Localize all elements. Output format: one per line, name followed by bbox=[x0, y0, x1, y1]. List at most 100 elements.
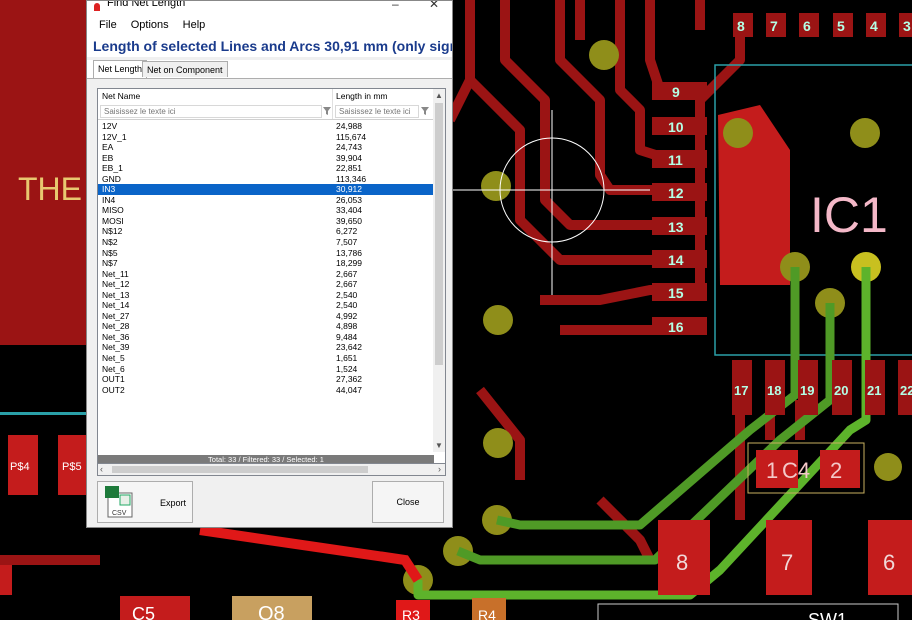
table-row[interactable]: Net_36 9,484 bbox=[98, 332, 434, 343]
net-list-grid[interactable]: Net Name Length in mm 12V 24,988 12V_1 115,… bbox=[97, 88, 446, 464]
net-name-cell: Net_39 bbox=[102, 342, 130, 353]
ic1-label: IC1 bbox=[810, 187, 888, 243]
net-name-cell: 12V bbox=[102, 121, 118, 131]
net-name-filter-input[interactable] bbox=[100, 105, 322, 118]
scroll-right-icon[interactable]: › bbox=[438, 464, 441, 474]
vertical-scrollbar[interactable]: ▲ ▼ bbox=[433, 89, 445, 452]
grid-header: Net Name Length in mm bbox=[98, 89, 434, 119]
table-row[interactable]: Net_5 1,651 bbox=[98, 353, 434, 364]
filter-row bbox=[98, 104, 434, 120]
net-name-cell: MOSI bbox=[102, 215, 124, 226]
table-row[interactable]: Net_27 4,992 bbox=[98, 311, 434, 322]
left-pin-label: 13 bbox=[668, 219, 684, 235]
left-pin-label: 9 bbox=[672, 84, 680, 100]
bottom-pin-label: 22 bbox=[900, 383, 912, 398]
table-row[interactable]: IN3 30,912 bbox=[98, 184, 434, 195]
minimize-icon[interactable]: – bbox=[392, 1, 399, 11]
length-cell: 115,674 bbox=[336, 131, 367, 142]
tab-net-on-component[interactable]: Net on Component bbox=[142, 61, 228, 77]
table-row[interactable]: Net_39 23,642 bbox=[98, 342, 434, 353]
grid-rows: 12V 24,988 12V_1 115,674 EA 24,743 EB 39,904 EB_… bbox=[98, 121, 434, 395]
length-cell: 39,650 bbox=[336, 215, 362, 226]
top-pin-label: 7 bbox=[770, 18, 778, 34]
vertical-scroll-thumb[interactable] bbox=[435, 103, 443, 365]
length-cell: 23,642 bbox=[336, 342, 362, 353]
tab-strip: Net Length Net on Component bbox=[87, 60, 452, 79]
p5-label: P$5 bbox=[62, 461, 82, 473]
length-cell: 2,540 bbox=[336, 289, 358, 300]
horizontal-scrollbar[interactable]: ‹ › bbox=[97, 464, 446, 476]
net-name-cell: Net_12 bbox=[102, 279, 130, 290]
net-name-cell: Net_28 bbox=[102, 321, 130, 332]
menu-options[interactable]: Options bbox=[131, 19, 169, 31]
net-name-cell: IN3 bbox=[102, 184, 116, 195]
r3-label: R3 bbox=[402, 607, 420, 620]
bottom-pin-label: 17 bbox=[734, 383, 748, 398]
net-name-cell: EB bbox=[102, 152, 114, 163]
table-row[interactable]: MOSI 39,650 bbox=[98, 216, 434, 227]
table-row[interactable]: EB_1 22,851 bbox=[98, 163, 434, 174]
table-row[interactable]: Net_14 2,540 bbox=[98, 300, 434, 311]
length-cell: 4,898 bbox=[336, 321, 358, 332]
net-name-cell: Net_5 bbox=[102, 353, 125, 364]
net-name-cell: IN4 bbox=[102, 194, 116, 205]
horizontal-scroll-thumb[interactable] bbox=[112, 466, 368, 473]
table-row[interactable]: OUT2 44,047 bbox=[98, 385, 434, 396]
menu-file[interactable]: File bbox=[99, 19, 117, 31]
close-icon[interactable]: ✕ bbox=[429, 1, 439, 11]
length-cell: 7,507 bbox=[336, 237, 358, 248]
table-row[interactable]: EB 39,904 bbox=[98, 153, 434, 164]
csv-label: CSV bbox=[112, 510, 127, 517]
top-pin-label: 8 bbox=[737, 18, 745, 34]
table-row[interactable]: OUT1 27,362 bbox=[98, 374, 434, 385]
table-row[interactable]: GND 113,346 bbox=[98, 174, 434, 185]
table-row[interactable]: Net_11 2,667 bbox=[98, 269, 434, 280]
tab-net-length[interactable]: Net Length bbox=[93, 60, 148, 78]
net-name-cell: 12V_1 bbox=[102, 131, 127, 142]
grid-status-footer: Total: 33 / Filtered: 33 / Selected: 1 bbox=[98, 455, 434, 463]
net-name-cell: MISO bbox=[102, 205, 124, 216]
export-label: Export bbox=[160, 498, 187, 508]
length-cell: 1,524 bbox=[336, 363, 358, 374]
filter-icon[interactable] bbox=[420, 106, 430, 116]
table-row[interactable]: EA 24,743 bbox=[98, 142, 434, 153]
export-button[interactable]: CSV Export bbox=[97, 481, 193, 523]
filter-icon[interactable] bbox=[322, 106, 332, 116]
net-name-cell: N$7 bbox=[102, 258, 118, 269]
pad-7-label: 7 bbox=[781, 550, 793, 575]
table-row[interactable]: Net_6 1,524 bbox=[98, 364, 434, 375]
column-header-length[interactable]: Length in mm bbox=[336, 91, 388, 101]
table-row[interactable]: N$2 7,507 bbox=[98, 237, 434, 248]
table-row[interactable]: N$7 18,299 bbox=[98, 258, 434, 269]
scroll-up-icon[interactable]: ▲ bbox=[435, 91, 443, 100]
length-filter-input[interactable] bbox=[335, 105, 419, 118]
left-pin-label: 14 bbox=[668, 252, 684, 268]
left-pin-label: 15 bbox=[668, 285, 684, 301]
table-row[interactable]: N$5 13,786 bbox=[98, 248, 434, 259]
net-name-cell: Net_11 bbox=[102, 268, 129, 279]
bottom-pin-label: 19 bbox=[800, 383, 814, 398]
net-name-cell: Net_14 bbox=[102, 300, 130, 311]
table-row[interactable]: IN4 26,053 bbox=[98, 195, 434, 206]
scroll-down-icon[interactable]: ▼ bbox=[435, 441, 443, 450]
table-row[interactable]: Net_12 2,667 bbox=[98, 279, 434, 290]
table-row[interactable]: 12V 24,988 bbox=[98, 121, 434, 132]
app-icon bbox=[94, 3, 100, 11]
left-pin-label: 10 bbox=[668, 119, 684, 135]
scroll-left-icon[interactable]: ‹ bbox=[100, 464, 103, 474]
table-row[interactable]: Net_28 4,898 bbox=[98, 321, 434, 332]
table-row[interactable]: 12V_1 115,674 bbox=[98, 132, 434, 143]
table-row[interactable]: Net_13 2,540 bbox=[98, 290, 434, 301]
bottom-pin-label: 18 bbox=[767, 383, 781, 398]
find-net-length-dialog: Find Net Length – ✕ File Options Help Le… bbox=[86, 0, 453, 528]
table-row[interactable]: N$12 6,272 bbox=[98, 226, 434, 237]
net-name-cell: N$12 bbox=[102, 226, 123, 237]
length-cell: 24,743 bbox=[336, 142, 362, 153]
net-name-cell: GND bbox=[102, 173, 121, 184]
close-button[interactable]: Close bbox=[372, 481, 444, 523]
menu-help[interactable]: Help bbox=[183, 19, 206, 31]
column-header-net-name[interactable]: Net Name bbox=[102, 91, 140, 101]
title-bar[interactable]: Find Net Length – ✕ bbox=[87, 1, 452, 15]
table-row[interactable]: MISO 33,404 bbox=[98, 205, 434, 216]
c4-pad2-label: 2 bbox=[830, 458, 842, 483]
